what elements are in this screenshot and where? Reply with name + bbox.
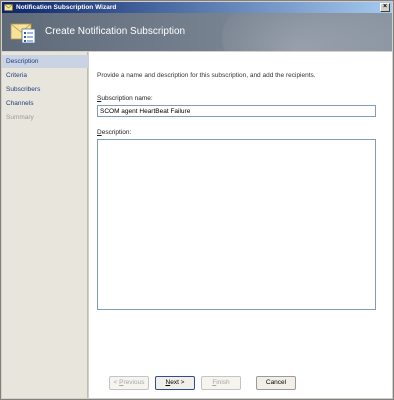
- previous-label: revious: [123, 379, 145, 386]
- sidebar-item-description[interactable]: Description: [2, 55, 88, 68]
- title-bar[interactable]: Notification Subscription Wizard ×: [2, 2, 392, 13]
- sidebar-item-criteria[interactable]: Criteria: [2, 69, 88, 82]
- close-button[interactable]: ×: [380, 3, 390, 12]
- subscription-name-input[interactable]: [97, 105, 376, 117]
- sidebar-item-summary: Summary: [6, 114, 34, 121]
- wizard-window: Notification Subscription Wizard × Creat…: [0, 0, 394, 400]
- description-textarea[interactable]: [97, 139, 376, 310]
- subscription-name-label: Subscription name:: [97, 95, 153, 102]
- previous-button[interactable]: < Previous: [109, 376, 149, 390]
- wizard-button-bar: < Previous Next > Finish Cancel: [109, 370, 390, 398]
- wizard-header: Create Notification Subscription: [2, 13, 392, 51]
- page-title: Create Notification Subscription: [45, 26, 186, 37]
- intro-text: Provide a name and description for this …: [97, 72, 316, 79]
- description-label: Description:: [97, 129, 131, 136]
- wizard-app-icon: [4, 4, 13, 11]
- notification-subscription-icon: [10, 23, 36, 44]
- close-icon: ×: [382, 3, 388, 10]
- sidebar-item-subscribers[interactable]: Subscribers: [2, 83, 88, 96]
- cancel-button[interactable]: Cancel: [256, 376, 296, 390]
- sidebar-item-channels[interactable]: Channels: [2, 97, 88, 110]
- window-title: Notification Subscription Wizard: [16, 4, 117, 11]
- next-label: ext >: [170, 379, 185, 386]
- header-decoration: [222, 13, 392, 51]
- finish-button[interactable]: Finish: [201, 376, 241, 390]
- next-button[interactable]: Next >: [155, 376, 195, 390]
- wizard-content: Provide a name and description for this …: [89, 52, 392, 398]
- description-label-text: escription:: [101, 129, 132, 136]
- subscription-name-label-text: ubscription name:: [101, 95, 153, 102]
- finish-label: inish: [216, 379, 230, 386]
- wizard-steps-sidebar: Description Criteria Subscribers Channel…: [2, 52, 88, 398]
